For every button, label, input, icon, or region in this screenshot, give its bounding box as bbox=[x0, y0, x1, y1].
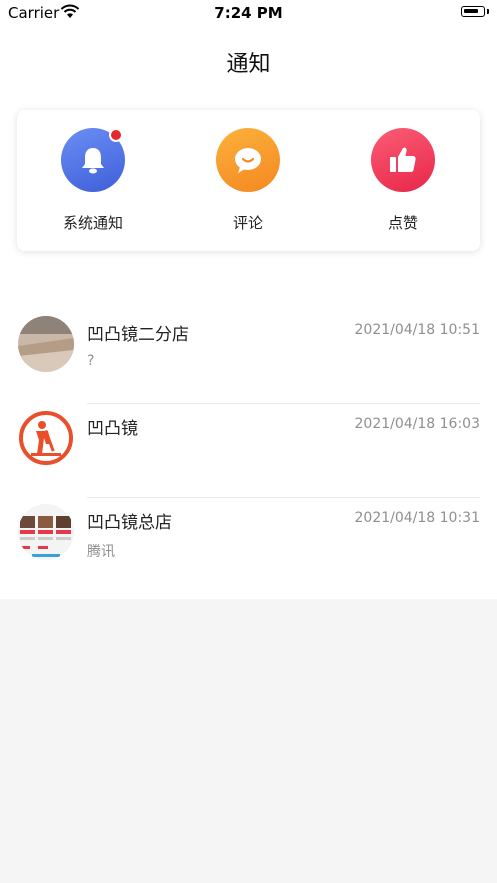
category-like[interactable]: 点赞 bbox=[343, 128, 463, 233]
page-title: 通知 bbox=[226, 52, 271, 77]
chat-bubble-icon bbox=[216, 128, 280, 192]
bell-icon bbox=[61, 128, 125, 192]
list-item[interactable]: 凹凸镜二分店 2021/04/18 10:51 ? bbox=[0, 310, 497, 404]
category-card: 系统通知 评论 点赞 bbox=[17, 110, 480, 251]
sender-name: 凹凸镜二分店 bbox=[87, 325, 189, 345]
category-comment[interactable]: 评论 bbox=[188, 128, 308, 233]
battery-icon bbox=[461, 6, 485, 17]
clock: 7:24 PM bbox=[214, 4, 283, 22]
message-preview: 腾讯 bbox=[87, 544, 115, 560]
category-label: 系统通知 bbox=[62, 214, 123, 232]
list-item[interactable]: 凹凸镜总店 2021/04/18 10:31 腾讯 bbox=[0, 498, 497, 592]
avatar bbox=[18, 504, 74, 560]
category-label: 评论 bbox=[232, 214, 263, 232]
battery-tip bbox=[487, 9, 489, 14]
timestamp: 2021/04/18 10:51 bbox=[354, 322, 481, 338]
timestamp: 2021/04/18 16:03 bbox=[354, 416, 481, 432]
timestamp: 2021/04/18 10:31 bbox=[354, 510, 481, 526]
thumbs-up-icon bbox=[371, 128, 435, 192]
sender-name: 凹凸镜总店 bbox=[87, 513, 172, 533]
unread-badge bbox=[109, 128, 123, 142]
message-preview: ? bbox=[87, 353, 95, 369]
sender-name: 凹凸镜 bbox=[87, 419, 138, 439]
avatar bbox=[18, 316, 74, 372]
category-system-notice[interactable]: 系统通知 bbox=[33, 128, 153, 233]
screen: Carrier 7:24 PM 通知 系统通知 评论 点赞 凹凸镜二分店 202… bbox=[0, 0, 497, 883]
status-bar: Carrier 7:24 PM bbox=[0, 0, 497, 26]
avatar bbox=[18, 410, 74, 466]
category-label: 点赞 bbox=[387, 214, 418, 232]
list-item[interactable]: 凹凸镜 2021/04/18 16:03 bbox=[0, 404, 497, 498]
